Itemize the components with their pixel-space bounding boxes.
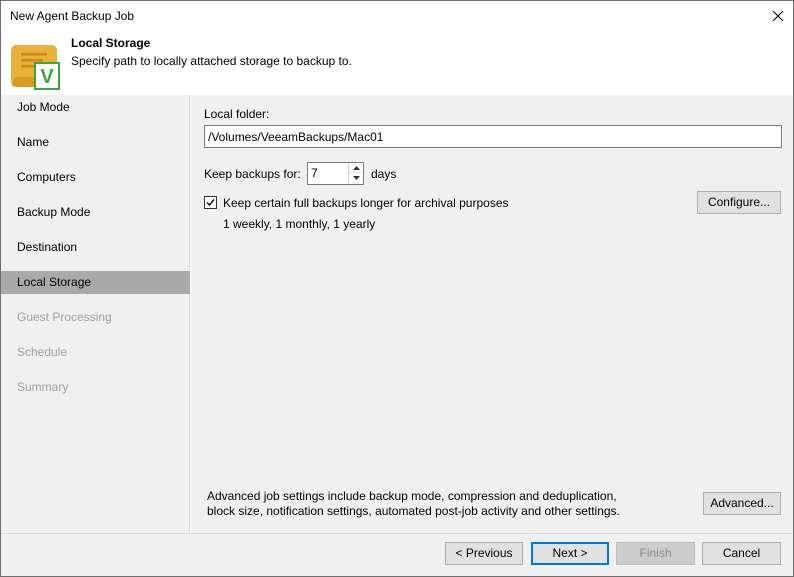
previous-button[interactable]: < Previous [445,542,523,565]
sidebar-item-local-storage[interactable]: Local Storage [1,271,190,294]
page-title: Local Storage [71,36,151,50]
advanced-description-line1: Advanced job settings include backup mod… [207,489,617,503]
arrow-up-icon [352,165,360,170]
stepper-up-button[interactable] [349,163,363,173]
finish-button: Finish [616,542,695,565]
advanced-button[interactable]: Advanced... [703,492,781,515]
local-folder-label: Local folder: [204,107,270,121]
keep-backups-unit: days [371,167,397,181]
arrow-down-icon [352,176,360,180]
wizard-header: V Local Storage Specify path to locally … [1,31,793,95]
content-panel [191,95,793,533]
page-subtitle: Specify path to locally attached storage… [71,54,352,68]
next-button[interactable]: Next > [531,542,609,565]
sidebar-item-summary: Summary [17,380,69,394]
archive-summary: 1 weekly, 1 monthly, 1 yearly [223,217,376,231]
sidebar-item-guest-processing: Guest Processing [17,310,112,324]
logo-letter: V [40,66,54,88]
veeam-scroll-logo-icon: V [11,45,60,90]
window-title: New Agent Backup Job [10,9,135,23]
title-bar: New Agent Backup Job [1,1,793,31]
sidebar-item-computers[interactable]: Computers [1,166,190,189]
configure-button[interactable]: Configure... [697,191,781,214]
local-folder-input[interactable] [204,125,782,148]
cancel-button[interactable]: Cancel [702,542,781,565]
checkmark-icon [206,199,215,207]
keep-backups-value: 7 [311,166,318,180]
sidebar-item-name[interactable]: Name [1,131,190,154]
archive-checkbox[interactable] [204,196,217,209]
archive-checkbox-label[interactable]: Keep certain full backups longer for arc… [223,196,509,210]
sidebar-item-destination[interactable]: Destination [1,236,190,259]
wizard-window: New Agent Backup Job V Local Storage Spe… [0,0,794,577]
sidebar-item-job-mode[interactable]: Job Mode [1,96,190,119]
close-button[interactable] [763,4,793,28]
sidebar-item-backup-mode[interactable]: Backup Mode [1,201,190,224]
close-icon [772,10,784,22]
advanced-description-line2: block size, notification settings, autom… [207,504,620,518]
stepper-down-button[interactable] [349,173,363,183]
keep-backups-label: Keep backups for: [204,167,301,181]
stepper-buttons [348,163,363,184]
keep-backups-stepper[interactable]: 7 [307,162,364,185]
wizard-steps-sidebar: Job Mode Name Computers Backup Mode Dest… [1,95,190,533]
sidebar-item-schedule: Schedule [17,345,68,359]
